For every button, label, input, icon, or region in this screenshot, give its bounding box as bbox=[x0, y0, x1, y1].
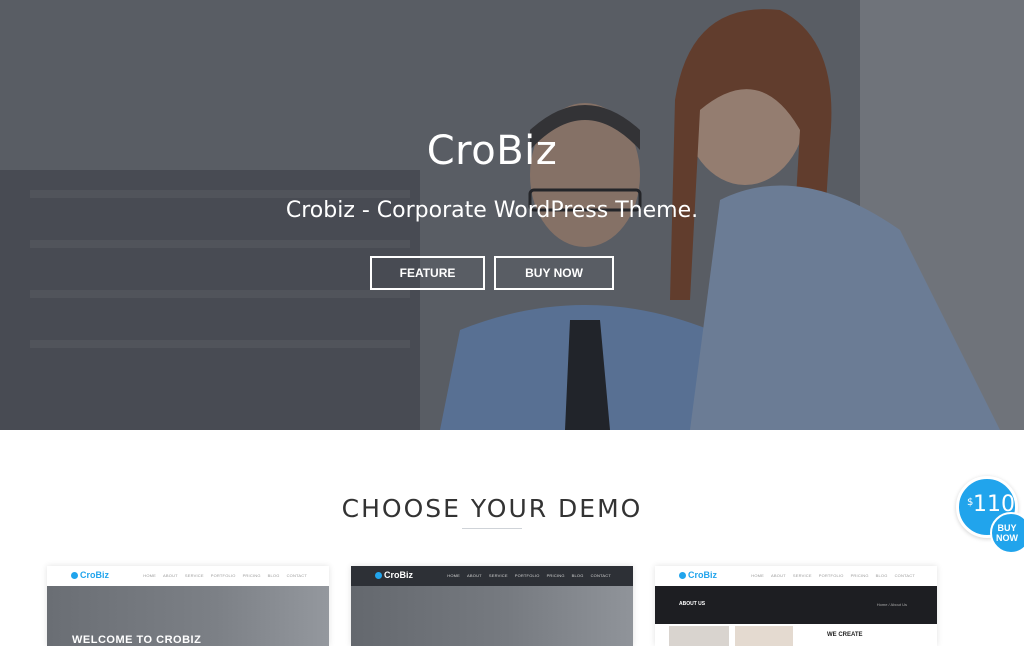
demo-hero-text: WELCOME TO CROBIZ bbox=[72, 634, 202, 646]
demo-menu: HOME ABOUT SERVICE PORTFOLIO PRICING BLO… bbox=[447, 573, 611, 578]
demo-menu-item: BLOG bbox=[571, 573, 584, 578]
demo-menu-item: PORTFOLIO bbox=[514, 573, 540, 578]
demo-menu-item: HOME bbox=[447, 573, 461, 578]
demo-menu-item: SERVICE bbox=[792, 573, 812, 578]
demo-menu-item: ABOUT bbox=[467, 573, 482, 578]
demo-page-title: ABOUT US bbox=[679, 601, 706, 607]
demo-menu-item: SERVICE bbox=[184, 573, 204, 578]
demo-card-3[interactable]: CroBiz HOME ABOUT SERVICE PORTFOLIO PRIC… bbox=[655, 566, 937, 646]
hero-section: CroBiz Crobiz - Corporate WordPress Them… bbox=[0, 0, 1024, 430]
demo-card-1[interactable]: CroBiz HOME ABOUT SERVICE PORTFOLIO PRIC… bbox=[47, 566, 329, 646]
logo-icon bbox=[71, 571, 78, 579]
demo-menu-item: PORTFOLIO bbox=[210, 573, 236, 578]
demo-menu: HOME ABOUT SERVICE PORTFOLIO PRICING BLO… bbox=[751, 573, 915, 578]
demo-logo: CroBiz bbox=[71, 570, 109, 580]
buy-now-button[interactable]: BUY NOW bbox=[494, 256, 614, 290]
demo-menu-item: PRICING bbox=[850, 573, 869, 578]
demo-team-photo bbox=[735, 626, 793, 646]
demo-breadcrumb: Home / About Us bbox=[876, 602, 907, 607]
demo-menu-item: CONTACT bbox=[286, 573, 307, 578]
demo-logo-text: CroBiz bbox=[688, 570, 717, 580]
demo-menu-item: HOME bbox=[143, 573, 157, 578]
demo-navbar: CroBiz HOME ABOUT SERVICE PORTFOLIO PRIC… bbox=[47, 566, 329, 586]
demo-menu-item: CONTACT bbox=[590, 573, 611, 578]
demo-navbar: CroBiz HOME ABOUT SERVICE PORTFOLIO PRIC… bbox=[655, 566, 937, 586]
demo-card-2[interactable]: CroBiz HOME ABOUT SERVICE PORTFOLIO PRIC… bbox=[351, 566, 633, 646]
demo-preview-image bbox=[351, 586, 633, 646]
demo-menu-item: CONTACT bbox=[894, 573, 915, 578]
logo-icon bbox=[375, 571, 382, 579]
demo-menu-item: PRICING bbox=[242, 573, 261, 578]
hero-title: CroBiz bbox=[426, 128, 558, 174]
demo-menu-item: PORTFOLIO bbox=[818, 573, 844, 578]
hero-content: CroBiz Crobiz - Corporate WordPress Them… bbox=[0, 0, 1024, 430]
demo-menu-item: ABOUT bbox=[163, 573, 178, 578]
demo-menu: HOME ABOUT SERVICE PORTFOLIO PRICING BLO… bbox=[143, 573, 307, 578]
demo-menu-item: HOME bbox=[751, 573, 765, 578]
demo-logo: CroBiz bbox=[375, 570, 413, 580]
demo-logo-text: CroBiz bbox=[80, 570, 109, 580]
demo-logo: CroBiz bbox=[679, 570, 717, 580]
section-title: CHOOSE YOUR DEMO bbox=[341, 494, 643, 523]
logo-icon bbox=[679, 571, 686, 579]
demo-menu-item: BLOG bbox=[875, 573, 888, 578]
buy-now-badge[interactable]: BUY NOW bbox=[990, 512, 1024, 554]
demo-menu-item: BLOG bbox=[267, 573, 280, 578]
demo-logo-text: CroBiz bbox=[384, 570, 413, 580]
demo-menu-item: PRICING bbox=[546, 573, 565, 578]
demo-headline: WE CREATE bbox=[827, 632, 863, 638]
feature-button[interactable]: FEATURE bbox=[370, 256, 485, 290]
demo-menu-item: ABOUT bbox=[771, 573, 786, 578]
hero-subtitle: Crobiz - Corporate WordPress Theme. bbox=[285, 198, 699, 223]
demo-menu-item: SERVICE bbox=[488, 573, 508, 578]
demo-navbar: CroBiz HOME ABOUT SERVICE PORTFOLIO PRIC… bbox=[351, 566, 633, 586]
section-title-underline bbox=[462, 528, 522, 529]
demo-team-photo bbox=[669, 626, 729, 646]
